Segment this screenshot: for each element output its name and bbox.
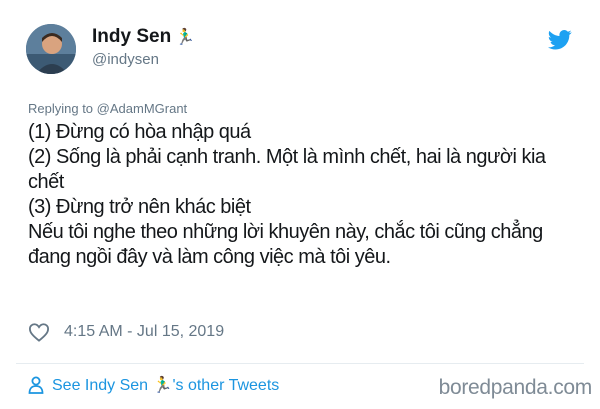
runner-emoji: 🏃‍♂️ bbox=[152, 377, 173, 394]
watermark: boredpanda.com bbox=[438, 376, 593, 399]
twitter-bird-icon[interactable] bbox=[548, 30, 572, 50]
tweet-line: (3) Đừng trở nên khác biệt bbox=[28, 196, 251, 218]
other-tweets-suffix[interactable]: 's other Tweets bbox=[172, 377, 279, 394]
runner-emoji: 🏃‍♂️ bbox=[175, 29, 196, 46]
display-name[interactable]: Indy Sen bbox=[92, 26, 171, 47]
other-tweets-prefix[interactable]: See Indy Sen bbox=[52, 377, 148, 394]
tweet-meta: 4:15 AM - Jul 15, 2019 bbox=[28, 322, 224, 342]
tweet-line: (2) Sống là phải cạnh tranh. Một là mình… bbox=[28, 146, 546, 193]
timestamp-link[interactable]: 4:15 AM - Jul 15, 2019 bbox=[64, 323, 224, 341]
user-handle[interactable]: @indysen bbox=[92, 50, 195, 70]
reply-mention-link[interactable]: @AdamMGrant bbox=[97, 101, 188, 116]
person-icon bbox=[28, 376, 44, 394]
heart-icon[interactable] bbox=[28, 322, 50, 342]
see-other-tweets-link[interactable]: See Indy Sen 🏃‍♂️'s other Tweets bbox=[28, 375, 279, 395]
replying-to: Replying to @AdamMGrant bbox=[28, 101, 187, 116]
tweet-line: (1) Đừng có hòa nhập quá bbox=[28, 121, 251, 143]
replying-prefix: Replying to bbox=[28, 101, 97, 116]
tweet-text: (1) Đừng có hòa nhập quá (2) Sống là phả… bbox=[28, 120, 584, 270]
avatar[interactable] bbox=[26, 24, 76, 74]
divider bbox=[16, 363, 584, 364]
tweet-header: Indy Sen 🏃‍♂️ @indysen bbox=[16, 16, 584, 80]
tweet-line: Nếu tôi nghe theo những lời khuyên này, … bbox=[28, 221, 543, 268]
